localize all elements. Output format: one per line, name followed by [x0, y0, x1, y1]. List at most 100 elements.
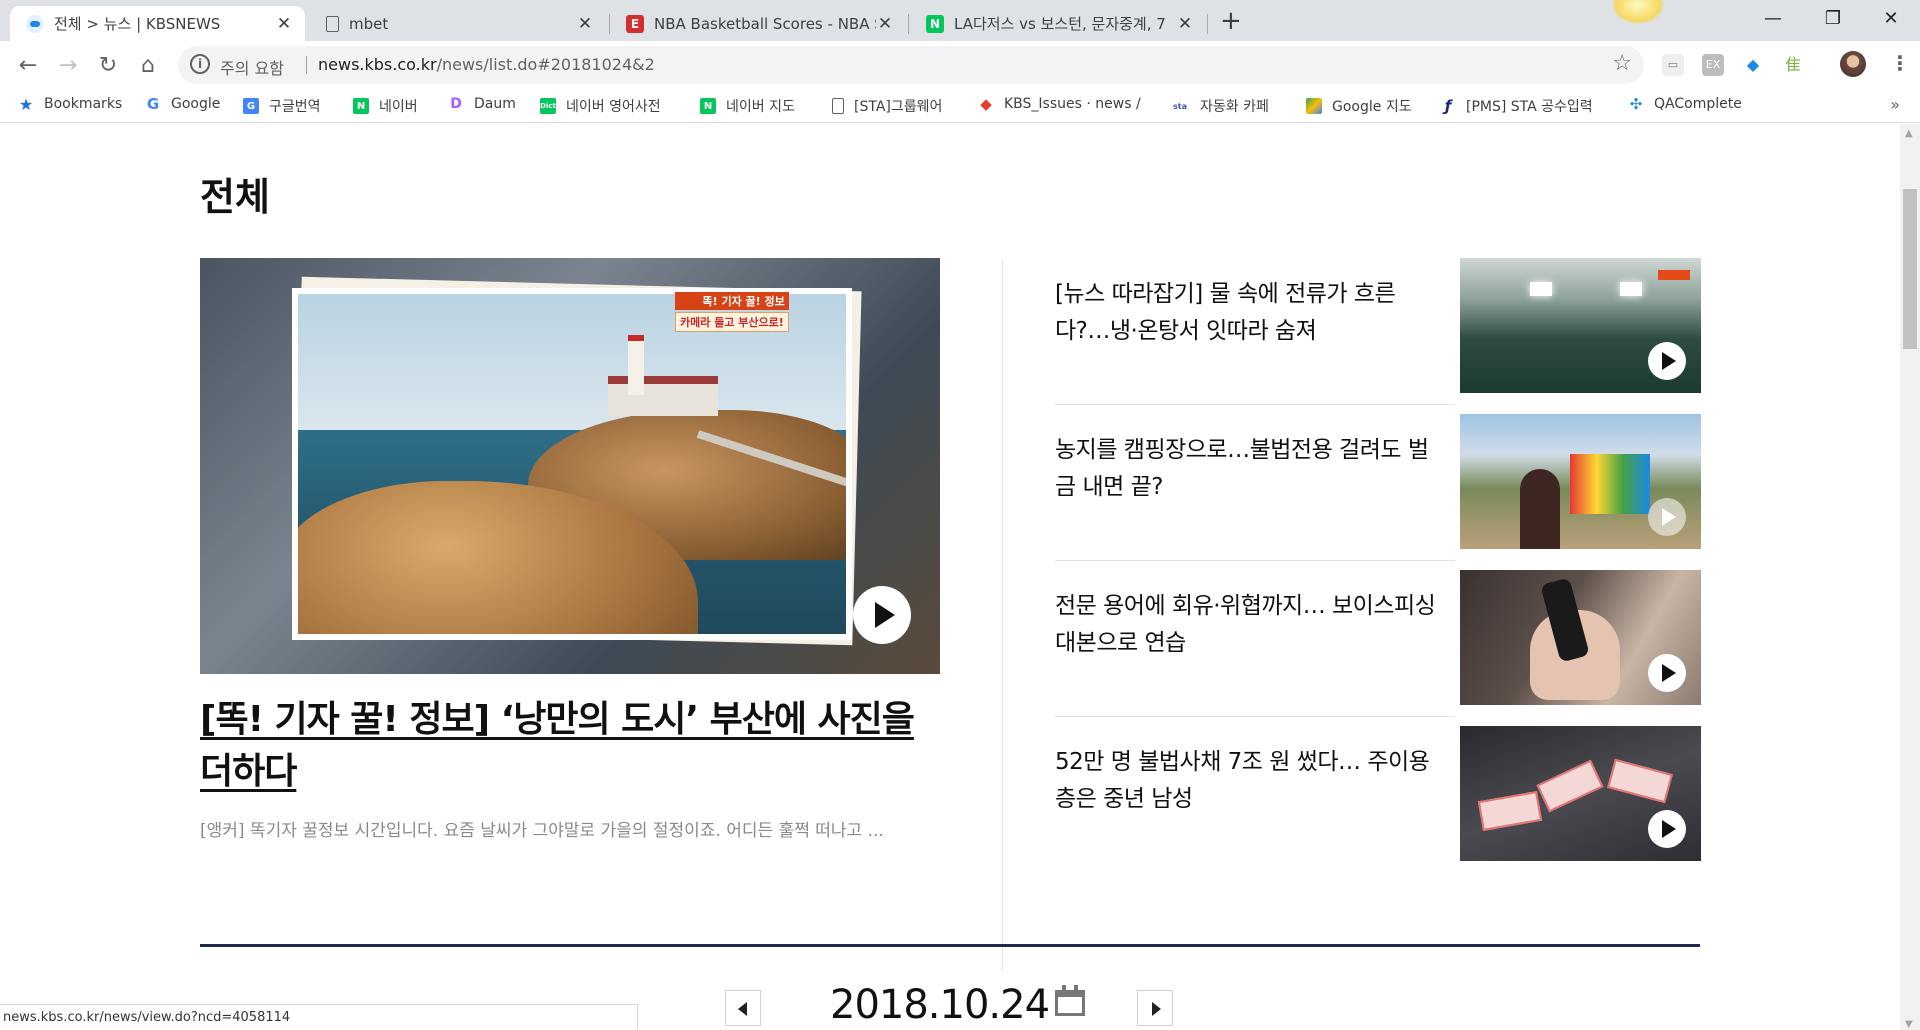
qa-icon: ✣: [1629, 95, 1643, 113]
play-icon[interactable]: [1648, 498, 1686, 536]
close-icon[interactable]: ✕: [275, 14, 293, 34]
gitlab-icon: ◆: [980, 95, 992, 113]
person: [1520, 469, 1560, 549]
tab-title: mbet: [349, 14, 389, 33]
naver-icon: N: [700, 98, 716, 114]
prev-date-button[interactable]: [725, 990, 761, 1026]
page-icon: [326, 15, 339, 32]
play-icon[interactable]: [1648, 654, 1686, 692]
reload-icon[interactable]: ↻: [92, 49, 124, 81]
side-article-thumbnail[interactable]: [1460, 726, 1701, 861]
daum-icon: D: [450, 96, 462, 112]
page-content: 전체 똑! 기자 꿀! 정보 카메라 들고 부산으로! [똑! 기자 꿀! 정보…: [0, 124, 1900, 1030]
back-icon[interactable]: ←: [12, 49, 44, 81]
play-icon[interactable]: [853, 586, 911, 644]
bookmark-item[interactable]: D Daum: [448, 96, 516, 112]
browser-toolbar: ← → ↻ ⌂ i 주의 요함 news.kbs.co.kr/news/list…: [0, 41, 1920, 89]
security-label[interactable]: 주의 요함: [220, 55, 284, 79]
close-icon[interactable]: ✕: [876, 14, 894, 34]
menu-icon[interactable]: ⋮: [1890, 51, 1910, 75]
bookmark-item[interactable]: Dict 네이버 영어사전: [540, 96, 661, 116]
restore-button[interactable]: ❐: [1810, 4, 1856, 34]
play-icon[interactable]: [1648, 810, 1686, 848]
bookmark-item[interactable]: G 구글번역: [243, 96, 321, 116]
window-light: [1530, 282, 1552, 296]
bookmark-item[interactable]: Google 지도: [1306, 96, 1412, 116]
tab-mbet[interactable]: mbet ✕: [310, 6, 606, 41]
bookmark-label: Daum: [474, 96, 516, 112]
calendar-icon[interactable]: [1055, 985, 1085, 1016]
star-icon[interactable]: ☆: [1612, 51, 1632, 76]
bookmark-item[interactable]: ƒ [PMS] STA 공수입력: [1440, 96, 1593, 116]
bookmark-label: [STA]그룹웨어: [854, 99, 943, 115]
close-window-button[interactable]: ✕: [1868, 4, 1914, 34]
bookmark-item[interactable]: N 네이버: [353, 96, 418, 116]
bookmark-item[interactable]: [STA]그룹웨어: [832, 96, 942, 116]
bookmark-label: [PMS] STA 공수입력: [1466, 99, 1593, 115]
side-article[interactable]: 농지를 캠핑장으로…불법전용 걸려도 벌금 내면 끝?: [1055, 414, 1701, 550]
bookmark-item[interactable]: ★ Bookmarks: [18, 94, 123, 114]
extension-icon[interactable]: EX: [1702, 54, 1724, 76]
bookmark-item[interactable]: G Google: [145, 95, 221, 113]
bookmark-item[interactable]: ◆ KBS_Issues · news /: [978, 95, 1140, 113]
avatar[interactable]: [1840, 51, 1866, 77]
busan-photo: [292, 288, 852, 640]
scroll-down-icon[interactable]: ▼: [1905, 1019, 1913, 1030]
dict-icon: Dict: [540, 98, 556, 114]
extension-icon[interactable]: ◆: [1742, 54, 1764, 76]
tab-title: LA다저스 vs 보스턴, 문자중계, 7: [954, 15, 1166, 33]
info-icon[interactable]: i: [190, 54, 210, 74]
section-divider: [200, 944, 1700, 947]
side-article[interactable]: 전문 용어에 회유·위협까지… 보이스피싱 대본으로 연습: [1055, 570, 1701, 706]
side-article-thumbnail[interactable]: [1460, 570, 1701, 705]
bookmark-item[interactable]: N 네이버 지도: [700, 96, 795, 116]
side-article-headline[interactable]: 52만 명 불법사채 7조 원 썼다… 주이용층은 중년 남성: [1055, 744, 1445, 818]
play-icon[interactable]: [1648, 342, 1686, 380]
bookmark-label: Bookmarks: [44, 96, 123, 112]
bookmark-label: QAComplete: [1654, 96, 1742, 112]
side-article-thumbnail[interactable]: [1460, 258, 1701, 393]
new-tab-button[interactable]: +: [1220, 6, 1242, 36]
extension-icon[interactable]: ⾫: [1782, 54, 1804, 76]
home-icon[interactable]: ⌂: [132, 49, 164, 81]
google-icon: G: [146, 95, 160, 113]
close-icon[interactable]: ✕: [1176, 14, 1194, 34]
divider: [306, 56, 307, 74]
scrollbar-thumb[interactable]: [1903, 189, 1917, 349]
address-bar[interactable]: i 주의 요함 news.kbs.co.kr/news/list.do#2018…: [178, 46, 1644, 84]
bookmark-label: 구글번역: [269, 99, 321, 115]
scrollbar[interactable]: ▲ ▼: [1900, 124, 1920, 1030]
close-icon[interactable]: ✕: [576, 14, 594, 34]
broadcast-badge: [1658, 270, 1690, 280]
minimize-button[interactable]: —: [1750, 4, 1796, 34]
star-icon: ★: [18, 94, 34, 114]
badge-line: 똑! 기자 꿀! 정보: [675, 292, 789, 310]
decoration: [1612, 0, 1664, 24]
bookmarks-more-button[interactable]: »: [1890, 95, 1900, 114]
bookmark-item[interactable]: ✣ QAComplete: [1628, 95, 1742, 113]
maps-icon: [1306, 98, 1322, 114]
bookmark-item[interactable]: sta 자동화 카페: [1170, 96, 1269, 116]
side-article[interactable]: 52만 명 불법사채 7조 원 썼다… 주이용층은 중년 남성: [1055, 726, 1701, 862]
tab-nba[interactable]: E NBA Basketball Scores - NBA Sc ✕: [610, 6, 906, 41]
side-article-headline[interactable]: 농지를 캠핑장으로…불법전용 걸려도 벌금 내면 끝?: [1055, 432, 1445, 506]
side-article[interactable]: [뉴스 따라잡기] 물 속에 전류가 흐른다?…냉·온탕서 잇따라 숨져: [1055, 258, 1701, 394]
url-text[interactable]: news.kbs.co.kr/news/list.do#20181024&2: [318, 55, 655, 74]
tab-kbsnews[interactable]: 전체 > 뉴스 | KBSNEWS ✕: [10, 6, 305, 41]
tab-dodgers[interactable]: N LA다저스 vs 보스턴, 문자중계, 7 ✕: [910, 6, 1206, 41]
main-article-summary[interactable]: [앵커] 똑기자 꿀정보 시간입니다. 요즘 날씨가 그야말로 가을의 절정이죠…: [200, 816, 940, 841]
main-article-headline[interactable]: [똑! 기자 꿀! 정보] ‘낭만의 도시’ 부산에 사진을 더하다: [200, 694, 940, 798]
window-light: [1620, 282, 1642, 296]
next-date-button[interactable]: [1137, 990, 1173, 1026]
lighthouse: [628, 334, 644, 395]
side-article-headline[interactable]: [뉴스 따라잡기] 물 속에 전류가 흐른다?…냉·온탕서 잇따라 숨져: [1055, 276, 1445, 350]
translate-icon: G: [243, 98, 259, 114]
extension-icon[interactable]: ▭: [1662, 54, 1684, 76]
scroll-up-icon[interactable]: ▲: [1905, 128, 1913, 139]
side-article-headline[interactable]: 전문 용어에 회유·위협까지… 보이스피싱 대본으로 연습: [1055, 588, 1445, 662]
date-display: 2018.10.24: [830, 982, 1050, 1028]
side-article-thumbnail[interactable]: [1460, 414, 1701, 549]
program-badge: 똑! 기자 꿀! 정보 카메라 들고 부산으로!: [675, 292, 789, 334]
main-article-thumbnail[interactable]: 똑! 기자 꿀! 정보 카메라 들고 부산으로!: [200, 258, 940, 674]
forward-icon[interactable]: →: [52, 49, 84, 81]
